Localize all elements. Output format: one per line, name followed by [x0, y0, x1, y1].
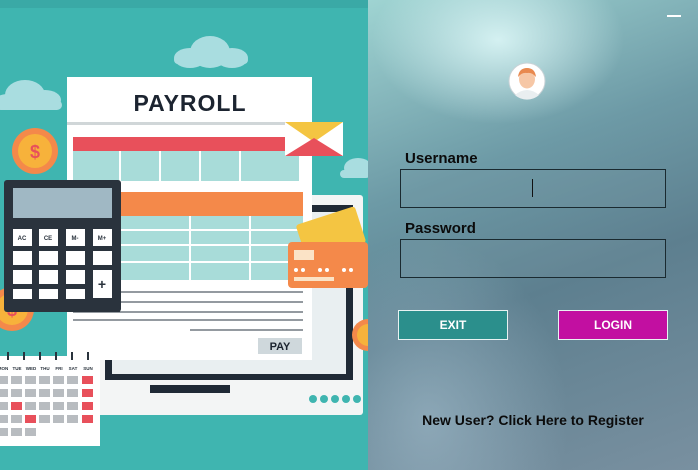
password-label: Password: [405, 220, 476, 237]
document-title: PAYROLL: [133, 90, 246, 116]
payroll-illustration: PAYROLL PAY $ AC CE M- M+ + ON TUE WED T…: [0, 0, 368, 470]
svg-text:FRI: FRI: [55, 366, 62, 371]
username-input[interactable]: [400, 169, 666, 208]
svg-text:AC: AC: [18, 236, 27, 242]
username-label: Username: [405, 150, 478, 167]
svg-text:+: +: [98, 276, 106, 292]
calculator-icon: AC CE M- M+ +: [4, 180, 121, 312]
svg-text:TUE: TUE: [13, 366, 22, 371]
calendar-icon: MON TUE WED THU FRI SAT SUN: [0, 352, 100, 446]
register-link[interactable]: New User? Click Here to Register: [368, 412, 698, 428]
login-button[interactable]: LOGIN: [558, 310, 668, 340]
exit-button[interactable]: EXIT: [398, 310, 508, 340]
minimize-icon: [667, 15, 681, 17]
svg-text:MON: MON: [0, 366, 8, 371]
svg-text:CE: CE: [44, 236, 52, 242]
svg-text:SAT: SAT: [69, 366, 78, 371]
minimize-button[interactable]: [666, 8, 682, 20]
coin-icon: $: [12, 128, 58, 174]
svg-text:SUN: SUN: [83, 366, 93, 371]
login-panel: Username Password EXIT LOGIN New User? C…: [368, 0, 698, 470]
svg-text:$: $: [30, 142, 40, 162]
envelope-icon: [285, 122, 343, 156]
svg-text:WED: WED: [26, 366, 37, 371]
svg-text:THU: THU: [40, 366, 49, 371]
svg-text:M-: M-: [72, 236, 79, 242]
pay-label: PAY: [270, 341, 291, 353]
svg-text:M+: M+: [98, 236, 107, 242]
password-input[interactable]: [400, 239, 666, 278]
text-caret: [532, 179, 533, 197]
user-avatar-icon: [508, 62, 546, 100]
